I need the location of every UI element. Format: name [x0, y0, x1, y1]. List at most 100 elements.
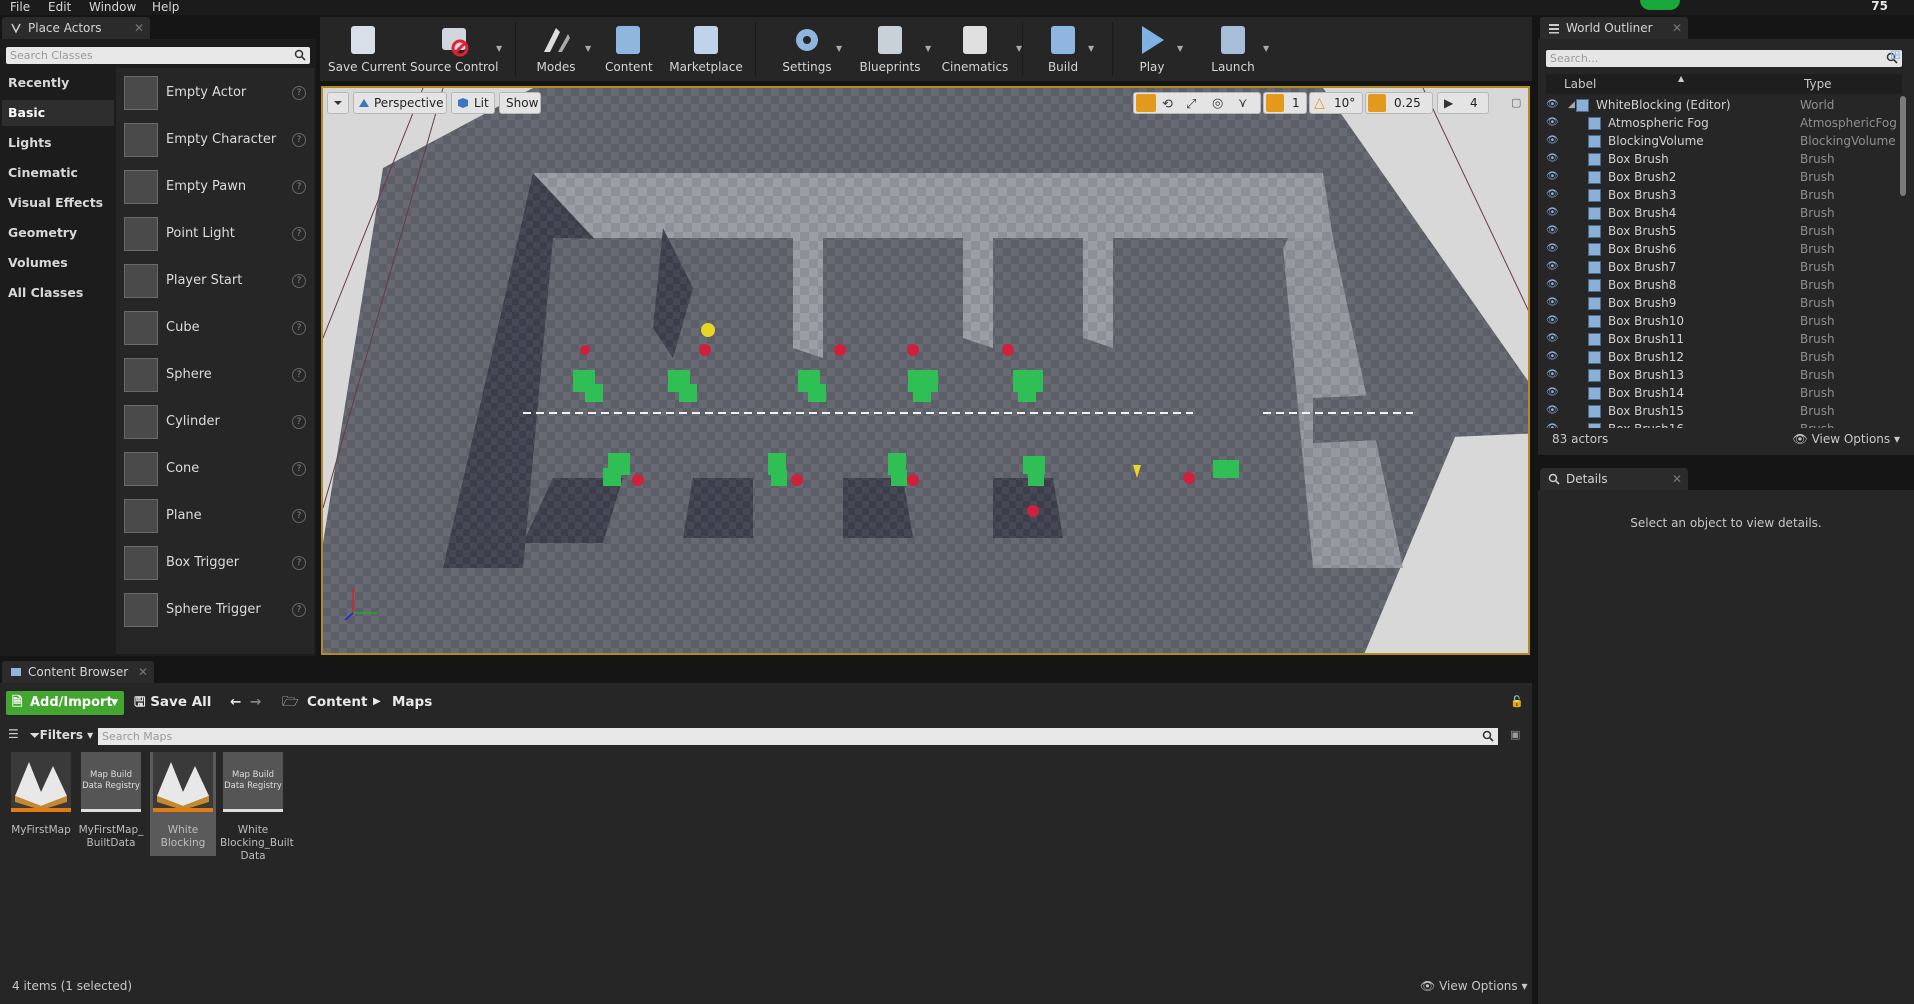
asset-tile[interactable]: White Blocking	[150, 752, 216, 856]
tab-place-actors[interactable]: Place Actors ✕	[2, 17, 150, 39]
settings-button[interactable]: Settings	[780, 22, 834, 78]
view-options-button[interactable]: 👁 View Options ▾	[1793, 428, 1901, 450]
dropdown-arrow-icon[interactable]: ▼	[496, 44, 502, 53]
close-icon[interactable]: ✕	[134, 17, 144, 39]
perspective-button[interactable]: Perspective	[353, 92, 447, 114]
world-local-icon[interactable]: ◎	[1212, 94, 1223, 114]
camera-speed[interactable]: ▶ 4	[1437, 92, 1489, 114]
help-icon[interactable]: ?	[292, 509, 306, 523]
forward-arrow-icon[interactable]: →	[250, 688, 261, 716]
visibility-eye-icon[interactable]: 👁	[1546, 168, 1560, 186]
launch-button[interactable]: Launch	[1205, 22, 1261, 78]
visibility-eye-icon[interactable]: 👁	[1546, 132, 1560, 150]
back-arrow-icon[interactable]: ←	[230, 688, 241, 716]
actor-item-empty-pawn[interactable]: Empty Pawn?	[118, 164, 312, 210]
outliner-row[interactable]: 👁 Box Brush10 Brush	[1546, 312, 1906, 330]
build-button[interactable]: Build	[1040, 22, 1086, 78]
play-button[interactable]: Play	[1129, 22, 1175, 78]
outliner-row[interactable]: 👁 Box Brush12 Brush	[1546, 348, 1906, 366]
outliner-row[interactable]: 👁 ◢ WhiteBlocking (Editor) World	[1546, 96, 1906, 114]
search-classes-input[interactable]: Search Classes	[6, 47, 310, 64]
visibility-eye-icon[interactable]: 👁	[1546, 240, 1560, 258]
outliner-row[interactable]: 👁 Box Brush11 Brush	[1546, 330, 1906, 348]
actor-item-cone[interactable]: Cone?	[118, 446, 312, 492]
outliner-row[interactable]: 👁 BlockingVolume BlockingVolume	[1546, 132, 1906, 150]
tab-world-outliner[interactable]: World Outliner ✕	[1540, 17, 1688, 39]
outliner-row[interactable]: 👁 Box Brush6 Brush	[1546, 240, 1906, 258]
actor-item-cylinder[interactable]: Cylinder?	[118, 399, 312, 445]
add-filter-icon[interactable]: ⊞	[1890, 48, 1901, 63]
visibility-eye-icon[interactable]: 👁	[1546, 276, 1560, 294]
search-maps-input[interactable]: Search Maps	[98, 728, 1498, 745]
outliner-row[interactable]: 👁 Box Brush2 Brush	[1546, 168, 1906, 186]
category-recently-placed[interactable]: Recently Placed	[2, 70, 114, 116]
maximize-viewport-icon[interactable]: ▢	[1511, 96, 1521, 109]
asset-tile[interactable]: Map Build Data Registry White Blocking_Bu…	[220, 752, 294, 862]
show-button[interactable]: Show	[499, 92, 541, 114]
visibility-eye-icon[interactable]: 👁	[1546, 186, 1560, 204]
content-view-options-button[interactable]: 👁 View Options ▾	[1420, 979, 1528, 993]
rotation-snap[interactable]: △ 10°	[1309, 92, 1363, 114]
outliner-row[interactable]: 👁 Box Brush Brush	[1546, 150, 1906, 168]
visibility-eye-icon[interactable]: 👁	[1546, 420, 1560, 428]
viewport-options-button[interactable]	[327, 92, 349, 114]
visibility-eye-icon[interactable]: 👁	[1546, 150, 1560, 168]
grid-snap[interactable]: 1	[1263, 92, 1307, 114]
asset-tile[interactable]: Map Build Data Registry MyFirstMap_ Built…	[78, 752, 144, 856]
col-type[interactable]: Type	[1804, 74, 1832, 94]
help-icon[interactable]: ?	[292, 180, 306, 194]
tab-details[interactable]: Details ✕	[1540, 468, 1688, 490]
cinematics-button[interactable]: Cinematics	[936, 22, 1014, 78]
dropdown-arrow-icon[interactable]: ▼	[1177, 44, 1183, 53]
save-current-button[interactable]: Save Current	[328, 22, 406, 78]
dropdown-arrow-icon[interactable]: ▼	[1088, 44, 1094, 53]
close-icon[interactable]: ✕	[1672, 17, 1682, 39]
outliner-row[interactable]: 👁 Box Brush8 Brush	[1546, 276, 1906, 294]
visibility-eye-icon[interactable]: 👁	[1546, 312, 1560, 330]
save-search-icon[interactable]: ▣	[1510, 728, 1520, 741]
lit-button[interactable]: Lit	[451, 92, 495, 114]
category-cinematic[interactable]: Cinematic	[2, 160, 114, 186]
filters-button[interactable]: ⏷Filters ▾	[30, 724, 96, 746]
outliner-row[interactable]: 👁 Box Brush3 Brush	[1546, 186, 1906, 204]
surface-snap-icon[interactable]: ⋎	[1238, 94, 1248, 114]
blueprints-button[interactable]: Blueprints	[857, 22, 923, 78]
help-icon[interactable]: ?	[292, 274, 306, 288]
marketplace-button[interactable]: Marketplace	[668, 22, 744, 78]
visibility-eye-icon[interactable]: 👁	[1546, 330, 1560, 348]
dropdown-arrow-icon[interactable]: ▼	[836, 44, 842, 53]
category-lights[interactable]: Lights	[2, 130, 114, 156]
help-icon[interactable]: ?	[292, 133, 306, 147]
help-icon[interactable]: ?	[292, 368, 306, 382]
breadcrumb-maps[interactable]: Maps	[392, 688, 432, 716]
level-viewport[interactable]: Perspective Lit Show ⟲ ⤢ ◎ ⋎ 1 △ 10° 0.2…	[321, 86, 1530, 655]
visibility-eye-icon[interactable]: 👁	[1546, 294, 1560, 312]
outliner-row[interactable]: 👁 Box Brush7 Brush	[1546, 258, 1906, 276]
asset-tile[interactable]: MyFirstMap	[8, 752, 74, 856]
actor-item-plane[interactable]: Plane?	[118, 493, 312, 539]
help-icon[interactable]: ?	[292, 603, 306, 617]
scene-render[interactable]	[323, 88, 1530, 655]
scale-tool-icon[interactable]: ⤢	[1186, 95, 1196, 115]
lock-icon[interactable]: 🔓	[1510, 695, 1524, 708]
content-button[interactable]: Content	[605, 22, 653, 78]
tab-content-browser[interactable]: Content Browser ✕	[2, 661, 154, 683]
visibility-eye-icon[interactable]: 👁	[1546, 258, 1560, 276]
outliner-row[interactable]: 👁 Box Brush9 Brush	[1546, 294, 1906, 312]
actor-item-point-light[interactable]: Point Light?	[118, 211, 312, 257]
modes-button[interactable]: Modes	[529, 22, 583, 78]
dropdown-arrow-icon[interactable]: ▼	[1263, 44, 1269, 53]
category-visual-effects[interactable]: Visual Effects	[2, 190, 114, 216]
actor-item-empty-actor[interactable]: Empty Actor?	[118, 70, 312, 116]
close-icon[interactable]: ✕	[138, 661, 148, 683]
visibility-eye-icon[interactable]: 👁	[1546, 348, 1560, 366]
expand-arrow-icon[interactable]: ◢	[1568, 96, 1575, 114]
scale-snap[interactable]: 0.25	[1365, 92, 1433, 114]
actor-item-cube[interactable]: Cube?	[118, 305, 312, 351]
dropdown-arrow-icon[interactable]: ▼	[925, 44, 931, 53]
help-icon[interactable]: ?	[292, 556, 306, 570]
visibility-eye-icon[interactable]: 👁	[1546, 204, 1560, 222]
sources-toggle-icon[interactable]: ☰	[8, 727, 19, 741]
source-control-button[interactable]: Source Control	[410, 22, 498, 78]
actor-item-box-trigger[interactable]: Box Trigger?	[118, 540, 312, 586]
